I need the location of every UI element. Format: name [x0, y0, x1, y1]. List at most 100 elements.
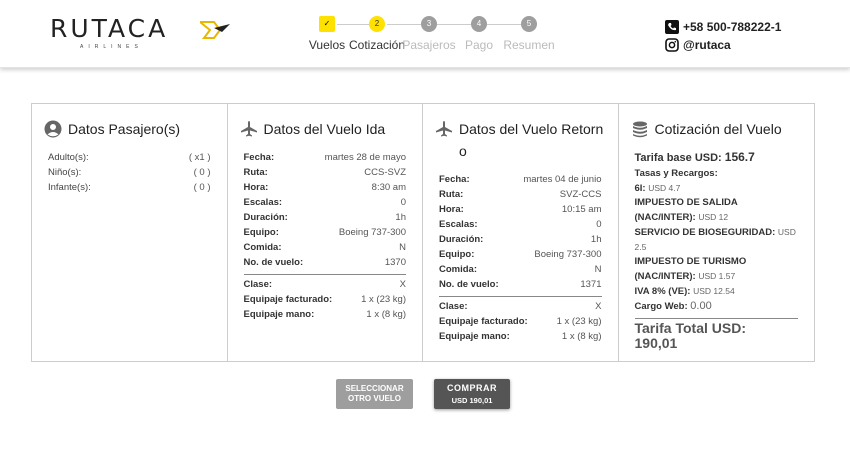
coins-icon [632, 121, 647, 138]
step-number: 2 [369, 16, 385, 32]
step-resumen[interactable]: 5 Resumen [499, 16, 559, 52]
flight-row: Fecha: martes 28 de mayo [244, 150, 407, 165]
airplane-icon [240, 121, 257, 137]
row-label: Fecha: [243, 152, 275, 163]
row-label: Hora: [439, 204, 464, 215]
button-label: OTRO VUELO [348, 394, 401, 403]
flight-row: Equipaje mano: 1 x (8 kg) [244, 307, 407, 322]
row-value: ( 0 ) [193, 167, 211, 178]
quote-panel: Cotización del Vuelo Tarifa base USD: 15… [619, 104, 815, 361]
instagram-icon [665, 38, 679, 52]
flight-row: Escalas: 0 [439, 217, 602, 232]
outbound-flight-panel: Datos del Vuelo Ida Fecha: martes 28 de m… [228, 104, 423, 361]
row-label: No. de vuelo: [439, 279, 499, 290]
row-value: CCS-SVZ [364, 167, 406, 178]
flight-row: Equipaje mano: 1 x (8 kg) [439, 329, 602, 344]
row-label: Niño(s): [48, 167, 82, 178]
booking-steps: ✓ Vuelos 2 Cotización 3 Pasajeros 4 Pago… [300, 16, 570, 56]
flight-row: Hora: 10:15 am [439, 202, 602, 217]
flight-row: Ruta: SVZ-CCS [439, 187, 602, 202]
flight-row: Equipo: Boeing 737-300 [244, 225, 407, 240]
tax-value: USD 4.7 [648, 183, 681, 193]
tax-value: USD 12.54 [693, 286, 735, 296]
total-value: 190,01 [634, 335, 678, 351]
row-label: No. de vuelo: [243, 257, 304, 268]
row-value: martes 04 de junio [523, 174, 602, 185]
top-header: RUTACA AIRLINES ✓ Vuelos 2 Cotización 3 … [0, 0, 850, 68]
row-label: Equipaje mano: [243, 309, 315, 320]
tax-item: IMPUESTO DE TURISMO (NAC/INTER): USD 1.5… [635, 255, 799, 284]
row-value: 1370 [384, 257, 406, 268]
row-label: Clase: [439, 301, 468, 312]
flight-row: Equipaje facturado: 1 x (23 kg) [439, 314, 602, 329]
step-label: Cotización [348, 38, 406, 52]
tax-value: USD 1.57 [698, 271, 736, 281]
row-value: 8:30 am [371, 182, 406, 193]
web-charge: Cargo Web: 0.00 [635, 299, 799, 314]
flight-row: Equipo: Boeing 737-300 [439, 247, 602, 262]
flight-row: Fecha: martes 04 de junio [439, 172, 602, 187]
tax-item: IMPUESTO DE SALIDA (NAC/INTER): USD 12 [635, 196, 799, 225]
web-charge-label: Cargo Web: [634, 301, 688, 312]
flight-row: Escalas: 0 [244, 195, 407, 210]
outbound-title: Datos del Vuelo Ida [263, 121, 386, 137]
tax-item: IVA 8% (VE): USD 12.54 [635, 284, 799, 299]
logo-text: RUTACA [50, 14, 169, 43]
button-label: COMPRAR [447, 382, 497, 393]
passenger-title: Datos Pasajero(s) [68, 121, 181, 137]
taxes-heading: Tasas y Recargos: [634, 168, 718, 179]
row-value: 1 x (23 kg) [361, 294, 406, 305]
row-label: Equipaje facturado: [243, 294, 333, 305]
flight-row: Duración: 1h [244, 210, 407, 225]
flight-row: Comida: N [244, 240, 407, 255]
check-icon: ✓ [319, 16, 335, 32]
row-value: 1 x (8 kg) [366, 309, 406, 320]
row-value: N [594, 264, 602, 275]
quote-title: Cotización del Vuelo [654, 121, 782, 137]
row-label: Equipo: [243, 227, 279, 238]
row-label: Fecha: [439, 174, 470, 185]
phone-row[interactable]: +58 500-788222-1 [665, 18, 781, 36]
instagram-row[interactable]: @rutaca [665, 36, 781, 54]
divider [243, 274, 406, 275]
row-label: Escalas: [439, 219, 478, 230]
row-label: Comida: [243, 242, 282, 253]
row-value: 1371 [580, 279, 602, 290]
flight-row: Clase: X [244, 277, 407, 292]
phone-icon [665, 20, 679, 34]
tax-item: 6I: USD 4.7 [635, 181, 799, 196]
row-value: Boeing 737-300 [338, 227, 406, 238]
base-fare: Tarifa base USD: 156.7 [635, 150, 799, 165]
row-value: 1h [590, 234, 602, 245]
total-label: Tarifa Total USD: [634, 320, 747, 336]
instagram-handle: @rutaca [683, 38, 731, 52]
wing-icon [200, 21, 230, 39]
row-label: Ruta: [243, 167, 268, 178]
return-title: Datos del Vuelo Retorno [459, 121, 604, 159]
button-price: USD 190,01 [451, 395, 493, 405]
row-label: Duración: [439, 234, 484, 245]
select-other-flight-button[interactable]: SELECCIONAR OTRO VUELO [336, 379, 413, 409]
panel-title: Datos del Vuelo Retorno [435, 118, 606, 162]
panel-title: Cotización del Vuelo [631, 118, 803, 140]
return-flight-panel: Datos del Vuelo Retorno Fecha: martes 04 … [423, 104, 619, 361]
buy-button[interactable]: COMPRAR USD 190,01 [434, 379, 510, 409]
row-label: Ruta: [439, 189, 464, 200]
total-fare: Tarifa Total USD: 190,01 [634, 318, 798, 351]
flight-row: Hora: 8:30 am [244, 180, 407, 195]
summary-panels: Datos Pasajero(s) Adulto(s): ( x1 ) Niño(… [31, 103, 815, 362]
row-value: SVZ-CCS [559, 189, 602, 200]
step-cotizacion[interactable]: 2 Cotización [347, 16, 407, 52]
row-value: 1 x (23 kg) [556, 316, 602, 327]
flight-row: Comida: N [439, 262, 602, 277]
tax-value: USD 12 [698, 212, 729, 222]
step-number: 3 [421, 16, 437, 32]
row-value: N [399, 242, 406, 253]
tax-item: SERVICIO DE BIOSEGURIDAD: USD 2.5 [635, 225, 799, 255]
tax-label: SERVICIO DE BIOSEGURIDAD: [634, 227, 776, 238]
panel-title: Datos del Vuelo Ida [240, 118, 411, 140]
base-fare-value: 156.7 [724, 150, 755, 164]
row-label: Equipaje mano: [439, 331, 510, 342]
user-icon [44, 120, 62, 138]
rutaca-logo[interactable]: RUTACA AIRLINES [50, 14, 230, 54]
